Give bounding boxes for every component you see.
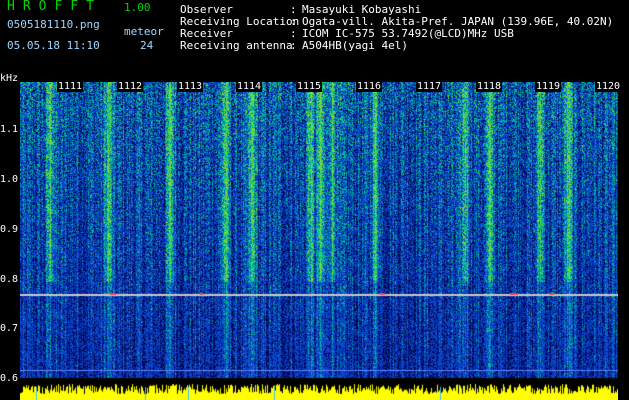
x-tick-label: 1117 [416,81,443,92]
antenna-separator: : [290,39,297,52]
antenna-label: Receiving antenna [180,39,293,52]
y-tick-label: 0.6 [0,373,19,384]
antenna-value: A504HB(yagi 4el) [302,39,408,52]
spectrogram-canvas [20,82,618,400]
y-tick-label: 0.9 [0,224,19,235]
x-tick-label: 1116 [356,81,383,92]
spectrogram-panel [20,82,618,400]
meteor-label: meteor [124,25,164,38]
timestamp: 05.05.18 11:10 [7,39,100,52]
y-tick-label: 0.8 [0,274,19,285]
x-tick-label: 1115 [296,81,323,92]
y-tick-label: 0.7 [0,323,19,334]
x-tick-label: 1119 [535,81,562,92]
x-tick-label: 1114 [236,81,263,92]
app-version: 1.00 [124,1,151,14]
y-unit-label: kHz [0,73,19,84]
x-tick-label: 1112 [117,81,144,92]
x-tick-label: 1113 [177,81,204,92]
app-title: HROFFT [7,0,102,14]
meteor-count: 24 [140,39,154,52]
file-name: 0505181110.png [7,18,100,31]
x-tick-label: 1120 [595,81,622,92]
x-tick-label: 1111 [57,81,84,92]
x-tick-label: 1118 [476,81,503,92]
y-tick-label: 1.0 [0,174,19,185]
y-tick-label: 1.1 [0,124,19,135]
